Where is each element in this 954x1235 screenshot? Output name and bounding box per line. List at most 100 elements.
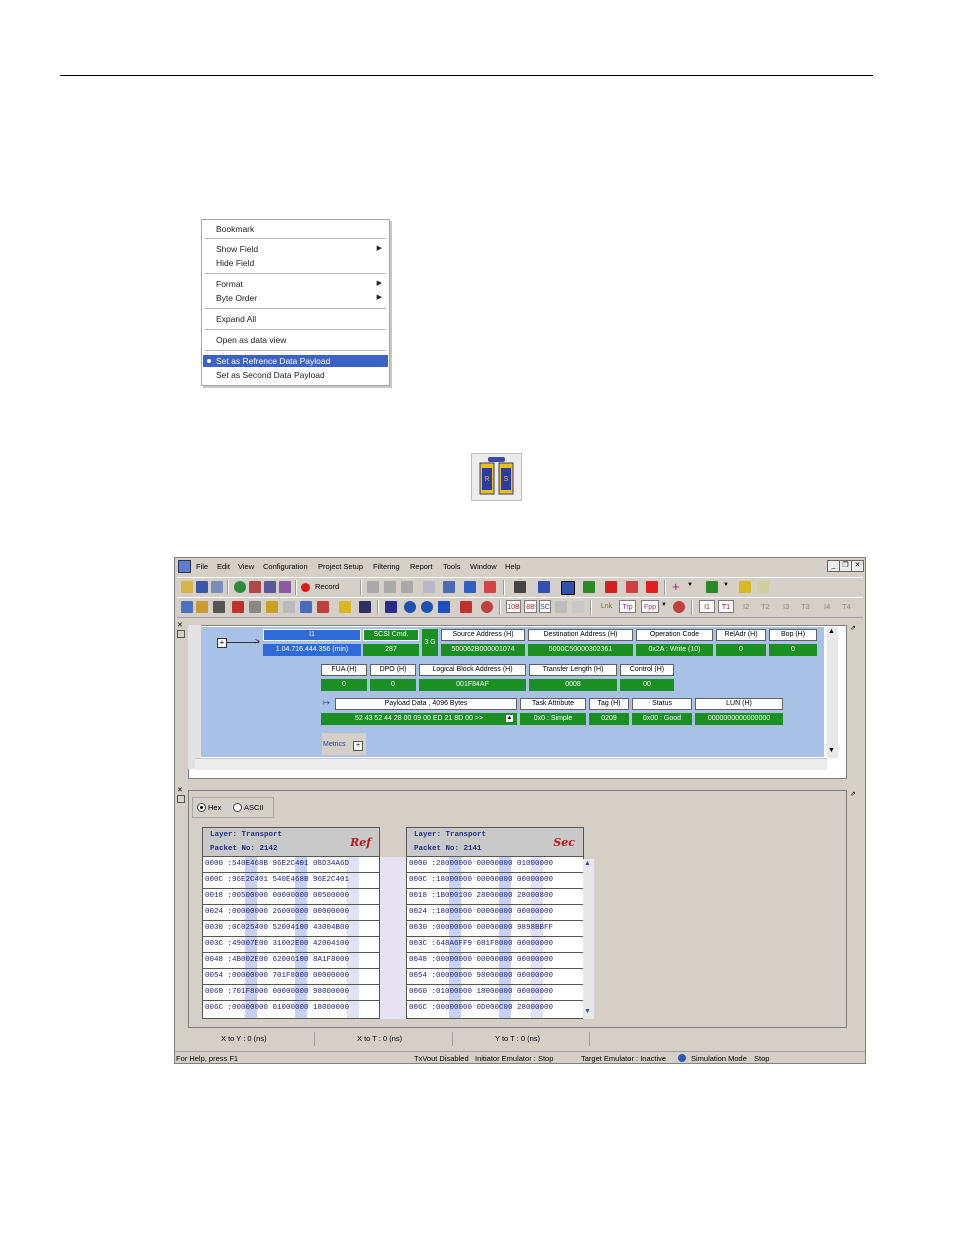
- settings-icon[interactable]: [279, 581, 291, 593]
- menu-configuration[interactable]: Configuration: [263, 562, 308, 571]
- menu-item-open-data-view[interactable]: Open as data view: [203, 334, 388, 346]
- scsi-cmd-value[interactable]: 287: [363, 644, 419, 656]
- menu-item-hide-field[interactable]: Hide Field: [203, 257, 388, 269]
- menu-edit[interactable]: Edit: [217, 562, 230, 571]
- layout-icon[interactable]: [181, 601, 193, 613]
- fpp-button[interactable]: Fpp: [641, 600, 659, 613]
- scroll-up-icon[interactable]: ▲: [584, 860, 591, 867]
- bop-value[interactable]: 0: [769, 644, 817, 656]
- compare-icon[interactable]: [739, 581, 751, 593]
- dpo-value[interactable]: 0: [370, 679, 416, 691]
- menu-item-expand-all[interactable]: Expand All: [203, 313, 388, 325]
- stop-icon[interactable]: [384, 581, 396, 593]
- expand-icon[interactable]: +: [217, 638, 227, 648]
- task-attribute-value[interactable]: 0x0 : Simple: [520, 713, 586, 725]
- note-icon[interactable]: [757, 581, 769, 593]
- tab-t1[interactable]: T1: [718, 600, 734, 613]
- goto-icon[interactable]: [460, 601, 472, 613]
- clipboard-icon[interactable]: [443, 581, 455, 593]
- tab-t2[interactable]: T2: [761, 602, 770, 611]
- menu-item-format[interactable]: Format ▶: [203, 278, 388, 290]
- go-icon[interactable]: [706, 581, 718, 593]
- capture-icon[interactable]: [234, 581, 246, 593]
- operation-code-value[interactable]: 0x2A : Write (10): [636, 644, 713, 656]
- radio-hex[interactable]: [197, 803, 206, 812]
- compare-small-icon[interactable]: [339, 601, 351, 613]
- delete-icon[interactable]: [646, 581, 658, 593]
- pane-close-icon[interactable]: ✕: [177, 621, 183, 629]
- add-icon[interactable]: +: [672, 579, 680, 594]
- mark-icon[interactable]: [583, 581, 595, 593]
- time-value[interactable]: 1.04.716.444.356 (min): [263, 644, 361, 656]
- link-button[interactable]: Lnk: [598, 600, 615, 613]
- grid-icon[interactable]: [196, 601, 208, 613]
- metrics-expand-icon[interactable]: +: [353, 741, 363, 751]
- fua-value[interactable]: 0: [321, 679, 367, 691]
- pane-pin-icon[interactable]: [177, 795, 185, 803]
- menu-help[interactable]: Help: [505, 562, 520, 571]
- dropdown-arrow-icon[interactable]: ▼: [661, 602, 667, 608]
- reladr-value[interactable]: 0: [716, 644, 766, 656]
- dropdown-arrow-icon[interactable]: ▼: [723, 582, 729, 588]
- tab-i3[interactable]: I3: [783, 602, 789, 611]
- zoom-in-icon[interactable]: [404, 601, 416, 613]
- tag-value[interactable]: 0209: [589, 713, 629, 725]
- tab-t4[interactable]: T4: [842, 602, 851, 611]
- search-next-icon[interactable]: [538, 581, 550, 593]
- menu-file[interactable]: File: [196, 562, 208, 571]
- alarm-icon[interactable]: [673, 601, 685, 613]
- bar-chart-icon[interactable]: [300, 601, 312, 613]
- tab-i1[interactable]: I1: [699, 600, 715, 613]
- menu-view[interactable]: View: [238, 562, 254, 571]
- horizontal-scrollbar[interactable]: [195, 758, 827, 770]
- wave-icon[interactable]: [249, 601, 261, 613]
- print-icon[interactable]: [423, 581, 435, 593]
- compare-payload-icon[interactable]: R S: [471, 453, 522, 501]
- scroll-down-icon[interactable]: ▼: [828, 747, 835, 754]
- lba-value[interactable]: 001F84AF: [419, 679, 526, 691]
- status-value[interactable]: 0x00 : Good: [632, 713, 692, 725]
- export-icon[interactable]: [211, 581, 223, 593]
- transport-button[interactable]: Trp: [619, 600, 636, 613]
- menu-item-show-field[interactable]: Show Field ▶: [203, 243, 388, 255]
- pause-icon[interactable]: [401, 581, 413, 593]
- open-icon[interactable]: [181, 581, 193, 593]
- menu-item-set-reference-payload[interactable]: Set as Refrence Data Payload: [203, 355, 388, 367]
- payload-value[interactable]: 52 43 52 44 28 00 09 00 ED 21 8D 00 >>: [321, 713, 517, 725]
- list-icon[interactable]: [232, 601, 244, 613]
- scroll-up-icon[interactable]: ▲: [828, 628, 835, 635]
- menu-filtering[interactable]: Filtering: [373, 562, 400, 571]
- menu-item-byte-order[interactable]: Byte Order ▶: [203, 292, 388, 304]
- lun-value[interactable]: 0000000000000000: [695, 713, 783, 725]
- dropdown-arrow-icon[interactable]: ▼: [687, 582, 693, 588]
- hash-icon[interactable]: [213, 601, 225, 613]
- speed-sc-button[interactable]: SC: [539, 600, 551, 613]
- destination-address-value[interactable]: 5000C50000302361: [528, 644, 633, 656]
- tab-i2[interactable]: I2: [743, 602, 749, 611]
- menu-item-bookmark[interactable]: Bookmark: [203, 223, 388, 235]
- menu-window[interactable]: Window: [470, 562, 497, 571]
- save-icon[interactable]: [196, 581, 208, 593]
- grid-scrollbar[interactable]: [583, 859, 594, 1019]
- filter-icon[interactable]: [464, 581, 476, 593]
- palette-icon[interactable]: [481, 601, 493, 613]
- find-icon[interactable]: [514, 581, 526, 593]
- pane-close-icon[interactable]: ✕: [177, 786, 183, 794]
- source-address-value[interactable]: 500062B000001074: [441, 644, 525, 656]
- clear-icon[interactable]: [626, 581, 638, 593]
- trigger-icon[interactable]: [264, 581, 276, 593]
- payload-expand-icon[interactable]: ▲: [506, 715, 513, 722]
- radio-ascii[interactable]: [233, 803, 242, 812]
- menu-tools[interactable]: Tools: [443, 562, 461, 571]
- stats-icon[interactable]: [249, 581, 261, 593]
- bookmark-icon[interactable]: [484, 581, 496, 593]
- vertical-scrollbar[interactable]: [827, 627, 838, 758]
- display-icon[interactable]: [359, 601, 371, 613]
- menu-report[interactable]: Report: [410, 562, 433, 571]
- run-icon[interactable]: [367, 581, 379, 593]
- move-icon[interactable]: [438, 601, 450, 613]
- menu-project-setup[interactable]: Project Setup: [318, 562, 363, 571]
- pane-float-icon[interactable]: ⇗: [850, 624, 856, 632]
- speed-10b-button[interactable]: 10B: [506, 600, 521, 613]
- close-icon[interactable]: ✕: [851, 560, 864, 572]
